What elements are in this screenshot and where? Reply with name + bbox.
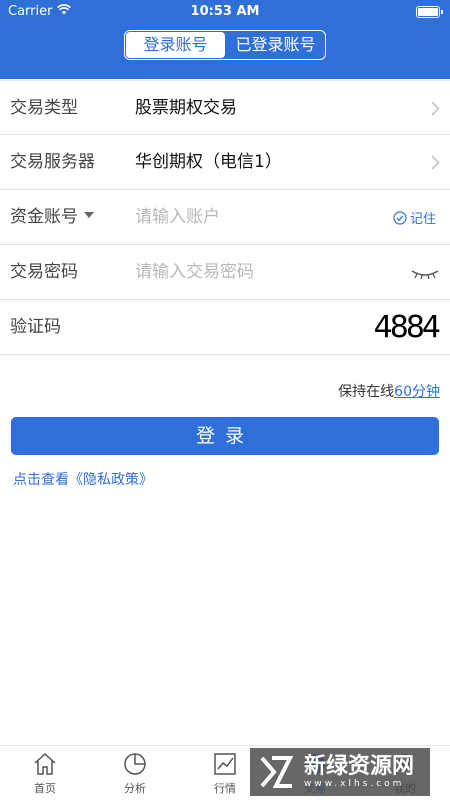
account-type-dropdown[interactable]: 资金账号 — [10, 190, 94, 245]
caret-down-icon — [84, 212, 94, 218]
trade-type-value: 股票期权交易 — [135, 98, 237, 118]
account-input[interactable]: 请输入账户 — [135, 190, 220, 245]
keep-online-duration-link[interactable]: 60分钟 — [394, 384, 440, 400]
status-bar: Carrier 10:53 AM — [0, 0, 450, 24]
tab-home[interactable]: 首页 — [0, 746, 90, 800]
password-label: 交易密码 — [10, 262, 78, 282]
keep-online-label: 保持在线 — [338, 384, 395, 400]
keep-online-setting: 保持在线60分钟 — [338, 381, 440, 401]
trade-type-row[interactable]: 交易类型 股票期权交易 — [0, 80, 450, 135]
clock: 10:53 AM — [190, 4, 260, 19]
account-label: 资金账号 — [10, 207, 78, 227]
trade-server-value: 华创期权（电信1） — [135, 152, 282, 172]
login-form: 交易类型 股票期权交易 交易服务器 华创期权（电信1） 资金账号 请输入账户 记… — [0, 80, 450, 355]
battery-icon — [416, 6, 443, 18]
trade-server-label: 交易服务器 — [10, 152, 95, 172]
watermark-url: www.xlhs.com — [304, 779, 405, 789]
chevron-right-icon — [431, 155, 440, 174]
watermark-title: 新绿资源网 — [304, 754, 415, 779]
check-circle-icon — [393, 210, 407, 225]
site-watermark: 新绿资源网 www.xlhs.com — [250, 748, 430, 796]
trade-type-label: 交易类型 — [10, 98, 78, 118]
trade-server-row[interactable]: 交易服务器 华创期权（电信1） — [0, 135, 450, 190]
tab-home-label: 首页 — [34, 782, 56, 795]
watermark-logo-icon — [260, 756, 294, 788]
eye-closed-icon[interactable] — [410, 265, 440, 284]
captcha-row: 验证码 4884 — [0, 300, 450, 355]
remember-account-toggle[interactable]: 记住 — [393, 208, 436, 227]
tab-analysis-label: 分析 — [124, 782, 146, 795]
tab-login-account[interactable]: 登录账号 — [126, 32, 225, 58]
home-icon — [34, 752, 56, 775]
tab-logged-in-account[interactable]: 已登录账号 — [226, 31, 325, 59]
password-row: 交易密码 请输入交易密码 — [0, 245, 450, 300]
remember-label: 记住 — [409, 212, 436, 227]
login-button[interactable]: 登录 — [11, 417, 439, 455]
account-segment-control: 登录账号 已登录账号 — [124, 30, 326, 60]
tab-analysis[interactable]: 分析 — [90, 746, 180, 800]
line-chart-icon — [214, 753, 236, 775]
password-input[interactable]: 请输入交易密码 — [135, 245, 254, 300]
captcha-image[interactable]: 4884 — [374, 306, 441, 350]
privacy-policy-link[interactable]: 点击查看《隐私政策》 — [13, 469, 153, 489]
pie-chart-icon — [124, 753, 146, 775]
header-bar: Carrier 10:53 AM 登录账号 已登录账号 — [0, 0, 450, 79]
account-row: 资金账号 请输入账户 记住 — [0, 190, 450, 245]
chevron-right-icon — [431, 101, 440, 120]
captcha-label: 验证码 — [10, 317, 61, 337]
tab-market-label: 行情 — [214, 782, 236, 795]
